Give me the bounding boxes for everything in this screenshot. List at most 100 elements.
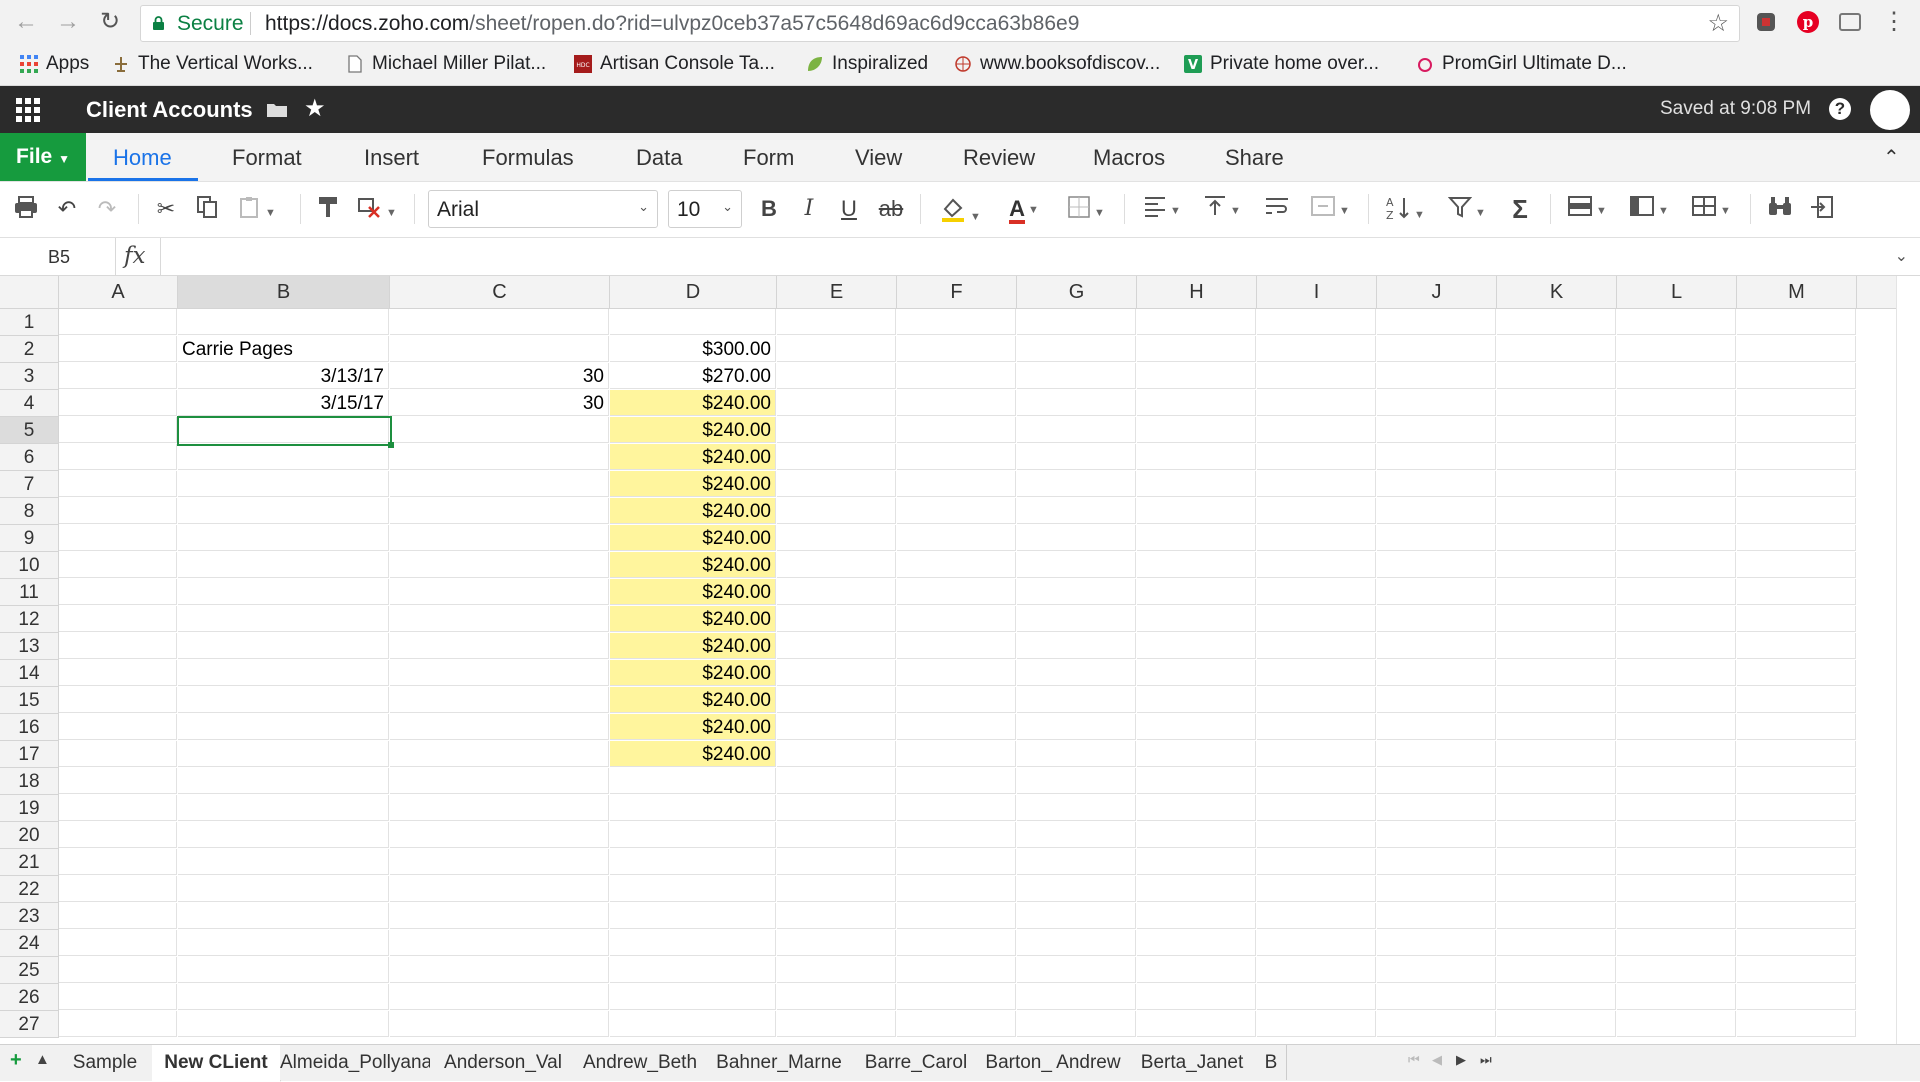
cell-d10[interactable]: $240.00 bbox=[610, 552, 776, 578]
collapse-ribbon-icon[interactable]: ⌃ bbox=[1883, 145, 1900, 170]
cell-b5[interactable] bbox=[178, 417, 389, 443]
cell-i22[interactable] bbox=[1257, 876, 1376, 902]
column-header-k[interactable]: K bbox=[1497, 276, 1617, 309]
cell-i24[interactable] bbox=[1257, 930, 1376, 956]
cell-d8[interactable]: $240.00 bbox=[610, 498, 776, 524]
row-header-17[interactable]: 17 bbox=[0, 741, 59, 768]
pinterest-icon[interactable]: p bbox=[1796, 10, 1820, 34]
cell-m17[interactable] bbox=[1737, 741, 1856, 767]
cell-l1[interactable] bbox=[1617, 309, 1736, 335]
cell-l27[interactable] bbox=[1617, 1011, 1736, 1037]
row-header-13[interactable]: 13 bbox=[0, 633, 59, 660]
sort-button[interactable]: A Z ▼ bbox=[1382, 195, 1428, 223]
merge-cells-button[interactable]: ▼ bbox=[1304, 195, 1356, 223]
print-icon[interactable] bbox=[12, 195, 40, 223]
document-title[interactable]: Client Accounts bbox=[86, 97, 253, 123]
cell-c16[interactable] bbox=[390, 714, 609, 740]
cell-i9[interactable] bbox=[1257, 525, 1376, 551]
cell-j21[interactable] bbox=[1377, 849, 1496, 875]
cell-m14[interactable] bbox=[1737, 660, 1856, 686]
cell-a25[interactable] bbox=[59, 957, 177, 983]
cell-k3[interactable] bbox=[1497, 363, 1616, 389]
cell-m25[interactable] bbox=[1737, 957, 1856, 983]
cell-b4[interactable]: 3/15/17 bbox=[178, 390, 389, 416]
cell-e26[interactable] bbox=[777, 984, 896, 1010]
cell-k10[interactable] bbox=[1497, 552, 1616, 578]
cell-b14[interactable] bbox=[178, 660, 389, 686]
cell-b19[interactable] bbox=[178, 795, 389, 821]
avatar[interactable] bbox=[1870, 90, 1910, 130]
cell-h23[interactable] bbox=[1137, 903, 1256, 929]
cell-m24[interactable] bbox=[1737, 930, 1856, 956]
cell-k7[interactable] bbox=[1497, 471, 1616, 497]
cell-c23[interactable] bbox=[390, 903, 609, 929]
url-text[interactable]: https://docs.zoho.com/sheet/ropen.do?rid… bbox=[265, 12, 1079, 36]
cell-j27[interactable] bbox=[1377, 1011, 1496, 1037]
cell-l20[interactable] bbox=[1617, 822, 1736, 848]
cell-l13[interactable] bbox=[1617, 633, 1736, 659]
cell-e5[interactable] bbox=[777, 417, 896, 443]
sheet-tab-berta-janet[interactable]: Berta_Janet bbox=[1128, 1045, 1257, 1080]
cell-f16[interactable] bbox=[897, 714, 1016, 740]
cell-e9[interactable] bbox=[777, 525, 896, 551]
cell-g8[interactable] bbox=[1017, 498, 1136, 524]
address-bar[interactable]: Secure https://docs.zoho.com/sheet/ropen… bbox=[140, 5, 1740, 42]
cell-a19[interactable] bbox=[59, 795, 177, 821]
cell-m18[interactable] bbox=[1737, 768, 1856, 794]
cell-c20[interactable] bbox=[390, 822, 609, 848]
cell-j15[interactable] bbox=[1377, 687, 1496, 713]
underline-button[interactable]: U bbox=[834, 195, 864, 223]
cell-d4[interactable]: $240.00 bbox=[610, 390, 776, 416]
row-header-21[interactable]: 21 bbox=[0, 849, 59, 876]
cell-e20[interactable] bbox=[777, 822, 896, 848]
cell-f3[interactable] bbox=[897, 363, 1016, 389]
cell-l14[interactable] bbox=[1617, 660, 1736, 686]
menu-review[interactable]: Review bbox=[963, 145, 1035, 171]
cell-f8[interactable] bbox=[897, 498, 1016, 524]
cell-c3[interactable]: 30 bbox=[390, 363, 609, 389]
cell-e27[interactable] bbox=[777, 1011, 896, 1037]
row-header-9[interactable]: 9 bbox=[0, 525, 59, 552]
sheet-tab-new-client[interactable]: New CLient bbox=[152, 1045, 281, 1082]
cell-b2[interactable]: Carrie Pages bbox=[178, 336, 389, 362]
cell-f20[interactable] bbox=[897, 822, 1016, 848]
cell-a1[interactable] bbox=[59, 309, 177, 335]
cell-b3[interactable]: 3/13/17 bbox=[178, 363, 389, 389]
cell-k20[interactable] bbox=[1497, 822, 1616, 848]
cell-h7[interactable] bbox=[1137, 471, 1256, 497]
cell-f23[interactable] bbox=[897, 903, 1016, 929]
cell-d16[interactable]: $240.00 bbox=[610, 714, 776, 740]
cell-d6[interactable]: $240.00 bbox=[610, 444, 776, 470]
cell-b21[interactable] bbox=[178, 849, 389, 875]
cell-i19[interactable] bbox=[1257, 795, 1376, 821]
cell-c9[interactable] bbox=[390, 525, 609, 551]
cell-l2[interactable] bbox=[1617, 336, 1736, 362]
italic-button[interactable]: I bbox=[794, 195, 824, 223]
cell-e21[interactable] bbox=[777, 849, 896, 875]
cell-f6[interactable] bbox=[897, 444, 1016, 470]
cell-h6[interactable] bbox=[1137, 444, 1256, 470]
cell-j25[interactable] bbox=[1377, 957, 1496, 983]
cell-j26[interactable] bbox=[1377, 984, 1496, 1010]
column-header-i[interactable]: I bbox=[1257, 276, 1377, 309]
column-header-f[interactable]: F bbox=[897, 276, 1017, 309]
cell-a24[interactable] bbox=[59, 930, 177, 956]
cell-h5[interactable] bbox=[1137, 417, 1256, 443]
cell-e14[interactable] bbox=[777, 660, 896, 686]
cell-i16[interactable] bbox=[1257, 714, 1376, 740]
cell-g18[interactable] bbox=[1017, 768, 1136, 794]
cell-a18[interactable] bbox=[59, 768, 177, 794]
cell-k17[interactable] bbox=[1497, 741, 1616, 767]
cut-icon[interactable]: ✂ bbox=[152, 195, 180, 223]
cell-a21[interactable] bbox=[59, 849, 177, 875]
cell-g14[interactable] bbox=[1017, 660, 1136, 686]
cell-j11[interactable] bbox=[1377, 579, 1496, 605]
cell-a14[interactable] bbox=[59, 660, 177, 686]
select-all-corner[interactable] bbox=[0, 276, 59, 309]
first-sheet-icon[interactable]: ⏮ bbox=[1408, 1052, 1420, 1068]
cell-g26[interactable] bbox=[1017, 984, 1136, 1010]
cell-c13[interactable] bbox=[390, 633, 609, 659]
cast-icon[interactable] bbox=[1838, 10, 1862, 34]
cell-c10[interactable] bbox=[390, 552, 609, 578]
cell-k13[interactable] bbox=[1497, 633, 1616, 659]
